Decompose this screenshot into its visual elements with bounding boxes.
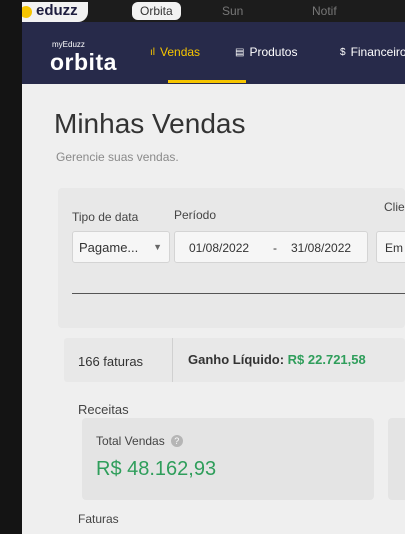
device-frame: eduzz Orbita Sun Notif myEduzz orbita ıl… xyxy=(0,0,405,534)
active-tab-indicator xyxy=(168,80,246,83)
dollar-icon: $ xyxy=(340,46,346,58)
nav-produtos[interactable]: ▤ Produtos xyxy=(235,45,297,59)
net-gain: Ganho Líquido: R$ 22.721,58 xyxy=(188,352,366,367)
periodo-date-range[interactable]: 01/08/2022 - 31/08/2022 xyxy=(174,231,368,263)
tipo-data-select[interactable]: Pagame... ▼ xyxy=(72,231,170,263)
nav-vendas[interactable]: ıl Vendas xyxy=(150,45,200,59)
chart-bars-icon: ıl xyxy=(150,46,155,58)
invoice-count: 166 faturas xyxy=(78,354,144,369)
top-item-1[interactable]: Sun xyxy=(222,4,243,18)
date-from[interactable]: 01/08/2022 xyxy=(189,241,249,255)
eduzz-logo-icon xyxy=(22,6,32,18)
net-gain-label: Ganho Líquido: xyxy=(188,352,285,367)
tipo-data-label: Tipo de data xyxy=(72,210,139,224)
main-content: Minhas Vendas Gerencie suas vendas. Tipo… xyxy=(22,84,405,534)
date-separator: - xyxy=(273,241,277,255)
summary-bar: 166 faturas Ganho Líquido: R$ 22.721,58 xyxy=(64,338,405,382)
app-navbar: myEduzz orbita ıl Vendas ▤ Produtos $ Fi… xyxy=(22,22,405,84)
tipo-data-value: Pagame... xyxy=(79,240,139,255)
total-sales-label: Total Vendas xyxy=(96,434,165,448)
page-subtitle: Gerencie suas vendas. xyxy=(56,150,179,164)
box-icon: ▤ xyxy=(235,46,245,58)
eduzz-logo-text: eduzz xyxy=(36,2,78,19)
chevron-down-icon: ▼ xyxy=(153,242,162,252)
faturas-heading: Faturas xyxy=(78,512,119,526)
nav-financeiro-label: Financeiro xyxy=(350,45,405,59)
nav-financeiro[interactable]: $ Financeiro xyxy=(340,45,405,59)
total-sales-card: Total Vendas ? R$ 48.162,93 xyxy=(82,418,374,500)
nav-produtos-label: Produtos xyxy=(249,45,298,59)
date-to[interactable]: 31/08/2022 xyxy=(291,241,351,255)
orbita-logo[interactable]: orbita xyxy=(50,49,117,76)
page-title: Minhas Vendas xyxy=(54,108,246,139)
device-bezel xyxy=(0,0,22,534)
brand-prefix: myEduzz xyxy=(52,40,85,49)
periodo-label: Período xyxy=(174,208,217,222)
orbita-tab-label: Orbita xyxy=(140,4,173,18)
net-gain-value: R$ 22.721,58 xyxy=(287,352,366,367)
eduzz-logo[interactable]: eduzz xyxy=(22,2,88,22)
nav-vendas-label: Vendas xyxy=(160,45,201,59)
cliente-input[interactable]: Em xyxy=(376,231,405,263)
cliente-label: Clie xyxy=(384,200,405,214)
browser-top-strip: eduzz Orbita Sun Notif xyxy=(22,0,405,22)
summary-divider xyxy=(172,338,173,382)
help-icon[interactable]: ? xyxy=(170,435,183,447)
total-sales-amount: R$ 48.162,93 xyxy=(96,458,217,480)
cliente-input-value: Em xyxy=(385,241,403,255)
total-sales-label-row: Total Vendas ? xyxy=(96,434,183,448)
filter-divider xyxy=(72,293,405,294)
top-item-2[interactable]: Notif xyxy=(312,4,337,18)
orbita-tab[interactable]: Orbita xyxy=(132,2,181,20)
receitas-heading: Receitas xyxy=(78,402,129,417)
filter-panel: Tipo de data Período Clie Pagame... ▼ 01… xyxy=(58,188,405,328)
next-card-edge xyxy=(388,418,405,500)
